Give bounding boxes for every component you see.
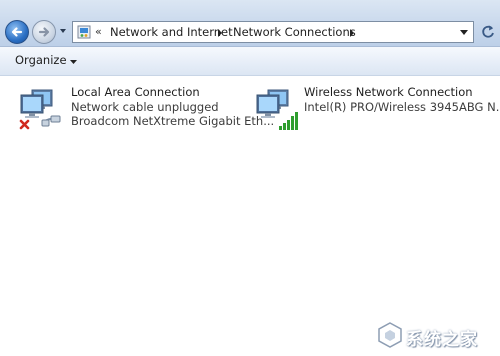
breadcrumb-overflow[interactable]: « <box>95 25 102 38</box>
chevron-right-icon[interactable] <box>217 29 223 37</box>
command-bar: Organize <box>0 47 500 76</box>
connection-device: Broadcom NetXtreme Gigabit Eth... <box>71 114 275 128</box>
forward-button[interactable] <box>32 20 56 44</box>
recent-pages-dropdown-icon[interactable] <box>59 27 67 35</box>
back-button[interactable] <box>5 20 29 44</box>
chevron-right-icon[interactable] <box>349 29 355 37</box>
chevron-down-icon <box>460 30 468 35</box>
address-path-box[interactable]: « Network and Internet Network Connectio… <box>72 21 474 43</box>
arrow-left-icon <box>11 27 23 37</box>
connection-text: Wireless Network Connection Intel(R) PRO… <box>304 85 500 114</box>
watermark: 系统之家 <box>376 320 494 350</box>
wired-network-disconnected-icon <box>19 89 61 130</box>
breadcrumb-network-and-internet[interactable]: Network and Internet <box>110 25 233 39</box>
watermark-logo-icon <box>378 322 402 348</box>
arrow-right-icon <box>38 27 50 37</box>
connection-item-wireless[interactable]: Wireless Network Connection Intel(R) PRO… <box>254 84 500 144</box>
connection-text: Local Area Connection Network cable unpl… <box>71 85 274 129</box>
watermark-text: 系统之家 <box>406 330 478 350</box>
address-bar: « Network and Internet Network Connectio… <box>0 0 500 47</box>
control-panel-icon <box>77 25 91 39</box>
breadcrumb-network-connections[interactable]: Network Connections <box>233 25 356 39</box>
connection-name: Wireless Network Connection <box>304 85 473 99</box>
connection-item-local-area[interactable]: Local Area Connection Network cable unpl… <box>18 84 274 144</box>
wireless-network-icon <box>256 89 298 130</box>
connections-list: Local Area Connection Network cable unpl… <box>0 76 500 356</box>
connection-name: Local Area Connection <box>71 85 200 99</box>
refresh-icon[interactable] <box>477 21 499 43</box>
organize-menu-button[interactable]: Organize <box>15 53 67 69</box>
chevron-down-icon[interactable] <box>70 60 77 64</box>
address-dropdown-button[interactable] <box>455 23 473 41</box>
connection-status: Network cable unplugged <box>71 99 219 114</box>
connection-device: Intel(R) PRO/Wireless 3945ABG N... <box>304 99 500 114</box>
